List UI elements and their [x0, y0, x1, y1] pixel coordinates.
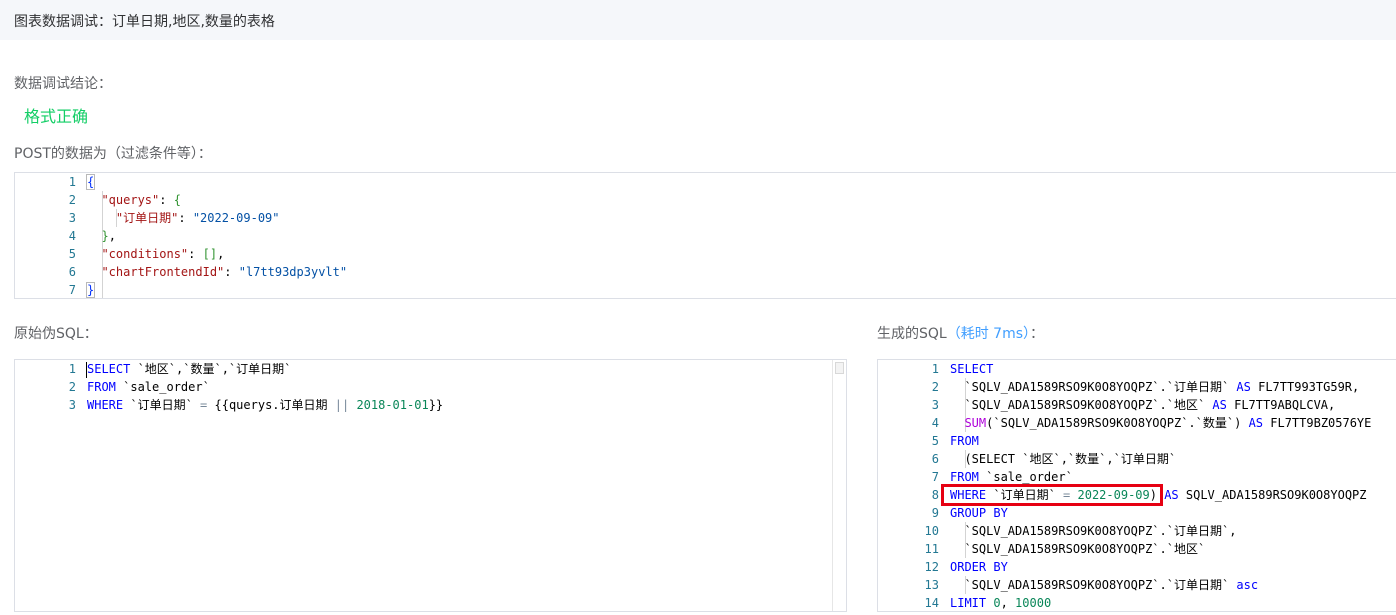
code-text: } — [85, 282, 96, 298]
line-number: 1 — [68, 175, 76, 189]
code-line: 2 "querys": { — [15, 191, 1396, 209]
code-text: GROUP BY — [950, 506, 1008, 520]
code-text: "订单日期": "2022-09-09" — [115, 211, 280, 225]
line-number: 3 — [931, 398, 939, 412]
code-text: `SQLV_ADA1589RSO9K0O8YOQPZ`.`地区` — [950, 542, 1206, 556]
line-number: 7 — [931, 470, 939, 484]
code-line: 6 "chartFrontendId": "l7tt93dp3yvlt" — [15, 263, 1396, 281]
line-number: 3 — [68, 211, 76, 225]
code-text: `SQLV_ADA1589RSO9K0O8YOQPZ`.`订单日期`, — [950, 524, 1237, 538]
line-number: 14 — [924, 596, 939, 610]
code-text: `SQLV_ADA1589RSO9K0O8YOQPZ`.`订单日期` AS FL… — [950, 380, 1360, 394]
code-line: 12 ORDER BY — [878, 558, 1396, 576]
generated-sql-label: 生成的SQL（耗时 7ms）： — [877, 326, 1045, 342]
line-number: 12 — [924, 560, 939, 574]
code-line: 5 FROM — [878, 432, 1396, 450]
status-text: 格式正确 — [24, 107, 89, 126]
dialog-header: 图表数据调试：订单日期,地区,数量的表格 — [0, 0, 1396, 40]
code-text: (SELECT `地区`,`数量`,`订单日期` — [950, 452, 1177, 466]
code-text: WHERE `订单日期` = {{querys.订单日期 || 2018-01-… — [87, 398, 444, 412]
line-number: 8 — [931, 488, 939, 502]
code-line: 9 GROUP BY — [878, 504, 1396, 522]
post-data-editor[interactable]: 1{2 "querys": {3 "订单日期": "2022-09-09" 4 }… — [14, 172, 1396, 299]
line-number: 6 — [931, 452, 939, 466]
code-line: 2 `SQLV_ADA1589RSO9K0O8YOQPZ`.`订单日期` AS … — [878, 378, 1396, 396]
code-text: { — [85, 174, 96, 190]
code-line: 3 "订单日期": "2022-09-09" — [15, 209, 1396, 227]
line-number: 3 — [68, 398, 76, 412]
line-number: 1 — [68, 362, 76, 376]
code-text: }, — [101, 229, 116, 243]
code-line: 11 `SQLV_ADA1589RSO9K0O8YOQPZ`.`地区` — [878, 540, 1396, 558]
code-line: 14 LIMIT 0, 10000 — [878, 594, 1396, 611]
line-number: 13 — [924, 578, 939, 592]
line-number: 2 — [68, 380, 76, 394]
where-clause-highlight — [941, 484, 1163, 506]
code-line: 5 "conditions": [], — [15, 245, 1396, 263]
line-number: 2 — [931, 380, 939, 394]
code-line: 1 SELECT `地区`,`数量`,`订单日期` — [15, 360, 846, 378]
code-line: 10 `SQLV_ADA1589RSO9K0O8YOQPZ`.`订单日期`, — [878, 522, 1396, 540]
code-line: 4 SUM(`SQLV_ADA1589RSO9K0O8YOQPZ`.`数量`) … — [878, 414, 1396, 432]
code-text: `SQLV_ADA1589RSO9K0O8YOQPZ`.`订单日期` asc — [950, 578, 1259, 592]
code-line: 4 }, — [15, 227, 1396, 245]
line-number: 5 — [931, 434, 939, 448]
line-number: 1 — [931, 362, 939, 376]
code-line: 13 `SQLV_ADA1589RSO9K0O8YOQPZ`.`订单日期` as… — [878, 576, 1396, 594]
code-text: `SQLV_ADA1589RSO9K0O8YOQPZ`.`地区` AS FL7T… — [950, 398, 1336, 412]
elapsed-time: （耗时 7ms） — [946, 326, 1031, 342]
page-title: 图表数据调试：订单日期,地区,数量的表格 — [14, 14, 275, 30]
code-text: "conditions": [], — [101, 247, 225, 261]
code-text: SELECT — [950, 362, 994, 376]
code-line: 3 WHERE `订单日期` = {{querys.订单日期 || 2018-01… — [15, 396, 846, 414]
code-line: 2 FROM `sale_order` — [15, 378, 846, 396]
code-text: SELECT `地区`,`数量`,`订单日期` — [87, 362, 292, 376]
code-text: LIMIT 0, 10000 — [950, 596, 1052, 610]
line-number: 11 — [924, 542, 939, 556]
raw-sql-editor[interactable]: 1 SELECT `地区`,`数量`,`订单日期` 2 FROM `sale_orde… — [14, 359, 847, 612]
code-text: "chartFrontendId": "l7tt93dp3yvlt" — [101, 265, 348, 279]
code-text: FROM — [950, 434, 979, 448]
code-text: FROM `sale_order` — [87, 380, 210, 394]
line-number: 5 — [68, 247, 76, 261]
line-number: 9 — [931, 506, 939, 520]
line-number: 4 — [68, 229, 76, 243]
code-line: 7} — [15, 281, 1396, 298]
line-number: 7 — [68, 283, 76, 297]
post-data-label: POST的数据为（过滤条件等）： — [14, 146, 212, 162]
code-line: 1 SELECT — [878, 360, 1396, 378]
line-number: 6 — [68, 265, 76, 279]
line-number: 10 — [924, 524, 939, 538]
code-line: 6 (SELECT `地区`,`数量`,`订单日期` — [878, 450, 1396, 468]
line-number: 4 — [931, 416, 939, 430]
code-text: "querys": { — [101, 193, 181, 207]
line-number: 2 — [68, 193, 76, 207]
code-text: ORDER BY — [950, 560, 1008, 574]
conclusion-label: 数据调试结论： — [14, 76, 112, 92]
code-text: SUM(`SQLV_ADA1589RSO9K0O8YOQPZ`.`数量`) AS… — [964, 416, 1372, 430]
raw-sql-label: 原始伪SQL： — [14, 326, 98, 342]
code-line: 1{ — [15, 173, 1396, 191]
code-line: 3 `SQLV_ADA1589RSO9K0O8YOQPZ`.`地区` AS FL… — [878, 396, 1396, 414]
